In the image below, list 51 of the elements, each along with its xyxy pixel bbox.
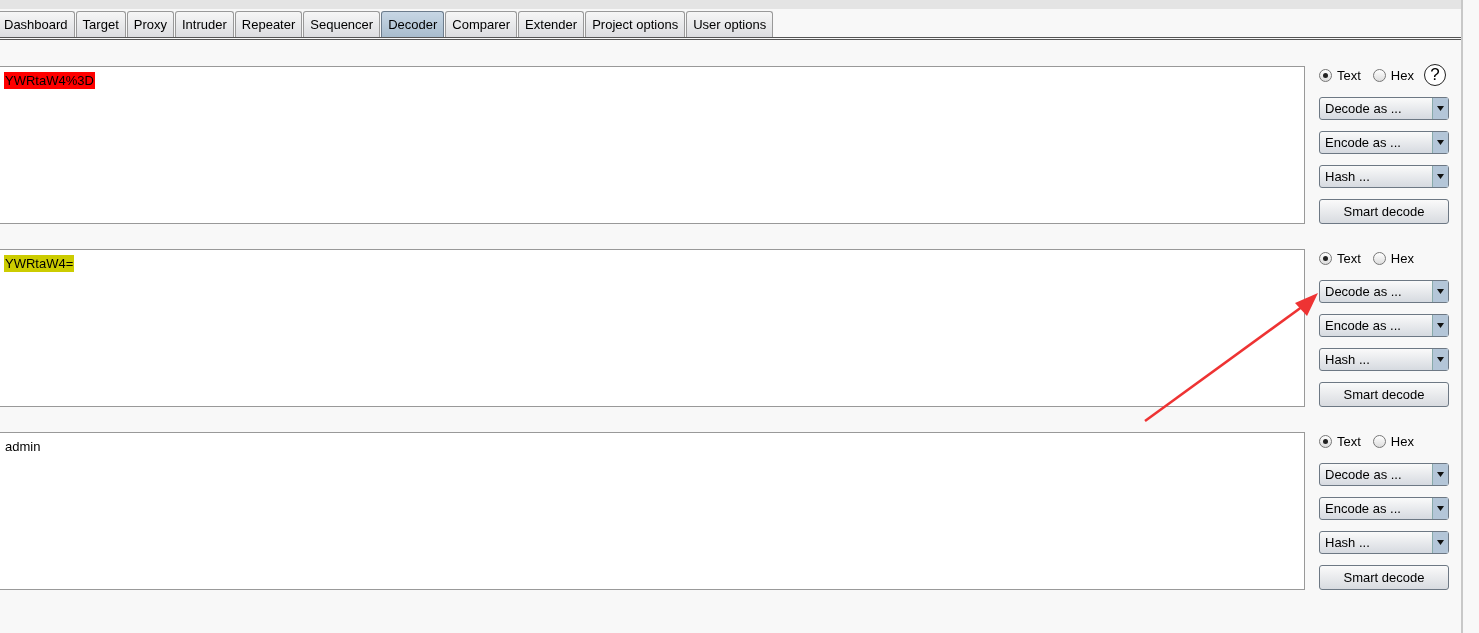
caret-icon	[1437, 323, 1444, 328]
tab[interactable]: Dashboard	[0, 11, 75, 37]
help-button[interactable]: ?	[1423, 64, 1446, 86]
tab[interactable]: Extender	[518, 11, 585, 37]
radio-button[interactable]	[1319, 434, 1332, 448]
radio-button[interactable]	[1372, 68, 1386, 82]
dropdown[interactable]: Hash ...	[1319, 531, 1449, 554]
tab[interactable]: Target	[75, 11, 126, 37]
dropdown[interactable]: Decode as ...	[1319, 280, 1449, 303]
tab[interactable]: Repeater	[234, 11, 303, 37]
tab[interactable]: Decoder	[381, 11, 445, 37]
dropdown[interactable]: Decode as ...	[1319, 463, 1449, 486]
text-area[interactable]: admin	[0, 432, 1305, 590]
tab[interactable]: Proxy	[126, 11, 174, 37]
text-content: YWRtaW4=	[4, 255, 75, 272]
radio-button[interactable]	[1319, 251, 1332, 265]
tab[interactable]: User options	[686, 11, 774, 37]
smart-decode-button[interactable]: Smart decode	[1319, 382, 1449, 407]
radio-button[interactable]	[1372, 434, 1386, 448]
radio-button[interactable]	[1372, 251, 1386, 265]
dropdown[interactable]: Encode as ...	[1319, 131, 1449, 154]
tab[interactable]: Sequencer	[303, 11, 381, 37]
dropdown[interactable]: Hash ...	[1319, 348, 1449, 371]
radio-option[interactable]: Text	[1319, 67, 1361, 83]
dropdown[interactable]: Decode as ...	[1319, 97, 1449, 120]
radio-option[interactable]: Hex	[1372, 433, 1414, 449]
tab[interactable]: Intruder	[175, 11, 234, 37]
dropdown[interactable]: Encode as ...	[1319, 497, 1449, 520]
text-content: admin	[4, 438, 42, 455]
tab[interactable]: Project options	[585, 11, 686, 37]
text-area[interactable]: YWRtaW4%3D	[0, 66, 1305, 224]
caret-icon	[1437, 540, 1444, 545]
text-area[interactable]: YWRtaW4=	[0, 249, 1305, 407]
caret-icon	[1437, 357, 1444, 362]
tab[interactable]: Comparer	[445, 11, 518, 37]
radio-option[interactable]: Hex	[1372, 250, 1414, 266]
dropdown[interactable]: Encode as ...	[1319, 314, 1449, 337]
radio-option[interactable]: Hex	[1372, 67, 1414, 83]
caret-icon	[1437, 289, 1444, 294]
caret-icon	[1437, 506, 1444, 511]
radio-option[interactable]: Text	[1319, 250, 1361, 266]
smart-decode-button[interactable]: Smart decode	[1319, 565, 1449, 590]
dropdown[interactable]: Hash ...	[1319, 165, 1449, 188]
radio-button[interactable]	[1319, 68, 1332, 82]
caret-icon	[1437, 106, 1444, 111]
caret-icon	[1437, 140, 1444, 145]
caret-icon	[1437, 174, 1444, 179]
smart-decode-button[interactable]: Smart decode	[1319, 199, 1449, 224]
caret-icon	[1437, 472, 1444, 477]
radio-option[interactable]: Text	[1319, 433, 1361, 449]
text-content: YWRtaW4%3D	[4, 72, 95, 89]
